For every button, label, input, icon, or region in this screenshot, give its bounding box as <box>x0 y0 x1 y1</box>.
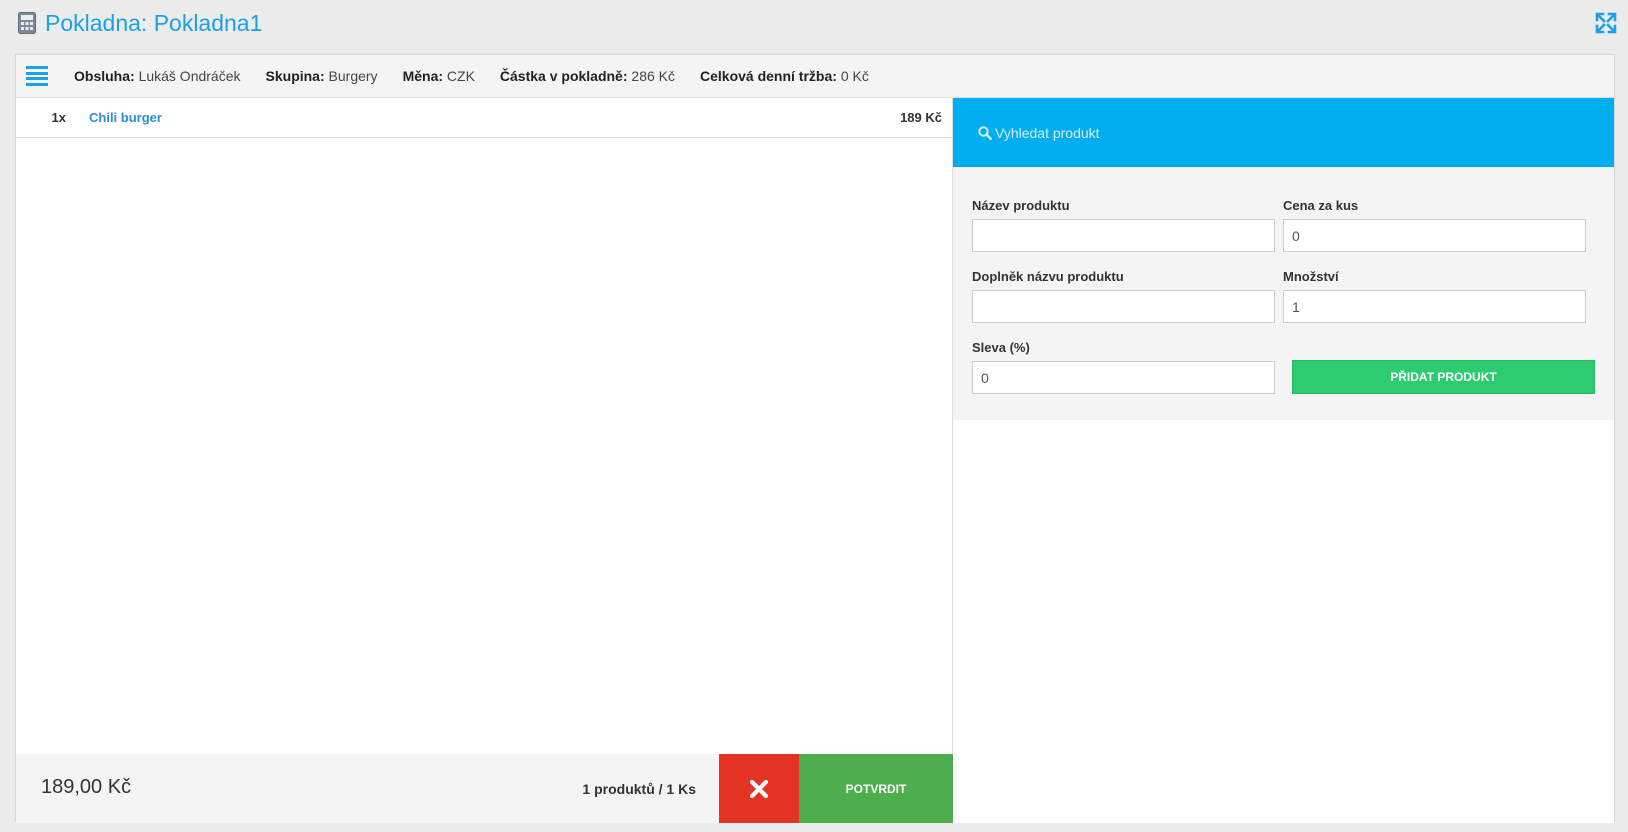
quantity-input[interactable] <box>1283 290 1586 323</box>
expand-icon[interactable] <box>1595 12 1617 34</box>
confirm-button[interactable]: POTVRDIT <box>799 754 953 823</box>
info-bar: Obsluha: Lukáš Ondráček Skupina: Burgery… <box>16 55 1614 98</box>
search-input[interactable] <box>995 124 1395 141</box>
product-panel: Název produktu Cena za kus Doplněk názvu… <box>953 98 1614 823</box>
product-name-suffix-input[interactable] <box>972 290 1275 323</box>
operator-label: Obsluha: <box>74 68 135 84</box>
custom-product-form: Název produktu Cena za kus Doplněk názvu… <box>953 167 1614 420</box>
search-icon <box>978 125 992 140</box>
discount-input[interactable] <box>972 361 1275 394</box>
cart-footer: 189,00 Kč 1 produktů / 1 Ks POTVRDIT <box>16 754 953 823</box>
operator-info: Obsluha: Lukáš Ondráček <box>74 68 241 84</box>
product-name-label: Název produktu <box>972 198 1070 213</box>
cash-register-panel: Obsluha: Lukáš Ondráček Skupina: Burgery… <box>15 54 1615 823</box>
group-value: Burgery <box>328 68 378 84</box>
currency-value: CZK <box>446 68 475 84</box>
search-bar <box>953 98 1614 167</box>
register-amount-value: 286 Kč <box>631 68 675 84</box>
register-amount-info: Částka v pokladně: 286 Kč <box>500 68 675 84</box>
product-name-suffix-label: Doplněk názvu produktu <box>972 269 1124 284</box>
group-label: Skupina: <box>265 68 325 84</box>
hamburger-icon[interactable] <box>26 66 48 86</box>
operator-value: Lukáš Ondráček <box>138 68 241 84</box>
page-title: Pokladna: Pokladna1 <box>45 9 263 36</box>
currency-info: Měna: CZK <box>403 68 475 84</box>
cart-item[interactable]: 1x Chili burger 189 Kč <box>16 98 952 138</box>
add-product-button[interactable]: PŘIDAT PRODUKT <box>1292 360 1595 394</box>
cart-item-name[interactable]: Chili burger <box>89 110 900 125</box>
daily-revenue-value: 0 Kč <box>840 68 869 84</box>
currency-label: Měna: <box>402 68 444 84</box>
register-amount-label: Částka v pokladně: <box>499 68 628 84</box>
calculator-icon <box>18 12 36 34</box>
cart-panel: 1x Chili burger 189 Kč 189,00 Kč 1 produ… <box>16 98 953 823</box>
product-name-input[interactable] <box>972 219 1275 252</box>
quantity-label: Množství <box>1283 269 1339 284</box>
daily-revenue-info: Celková denní tržba: 0 Kč <box>700 68 869 84</box>
cart-count: 1 produktů / 1 Ks <box>582 781 696 797</box>
cart-item-quantity: 1x <box>51 110 66 125</box>
window-title-bar: Pokladna: Pokladna1 <box>18 8 262 38</box>
group-info: Skupina: Burgery <box>266 68 378 84</box>
close-icon <box>750 779 768 798</box>
unit-price-input[interactable] <box>1283 219 1586 252</box>
daily-revenue-label: Celková denní tržba: <box>700 68 837 84</box>
cancel-button[interactable] <box>719 754 799 823</box>
discount-label: Sleva (%) <box>972 340 1030 355</box>
unit-price-label: Cena za kus <box>1283 198 1359 213</box>
cart-item-price: 189 Kč <box>900 110 942 125</box>
